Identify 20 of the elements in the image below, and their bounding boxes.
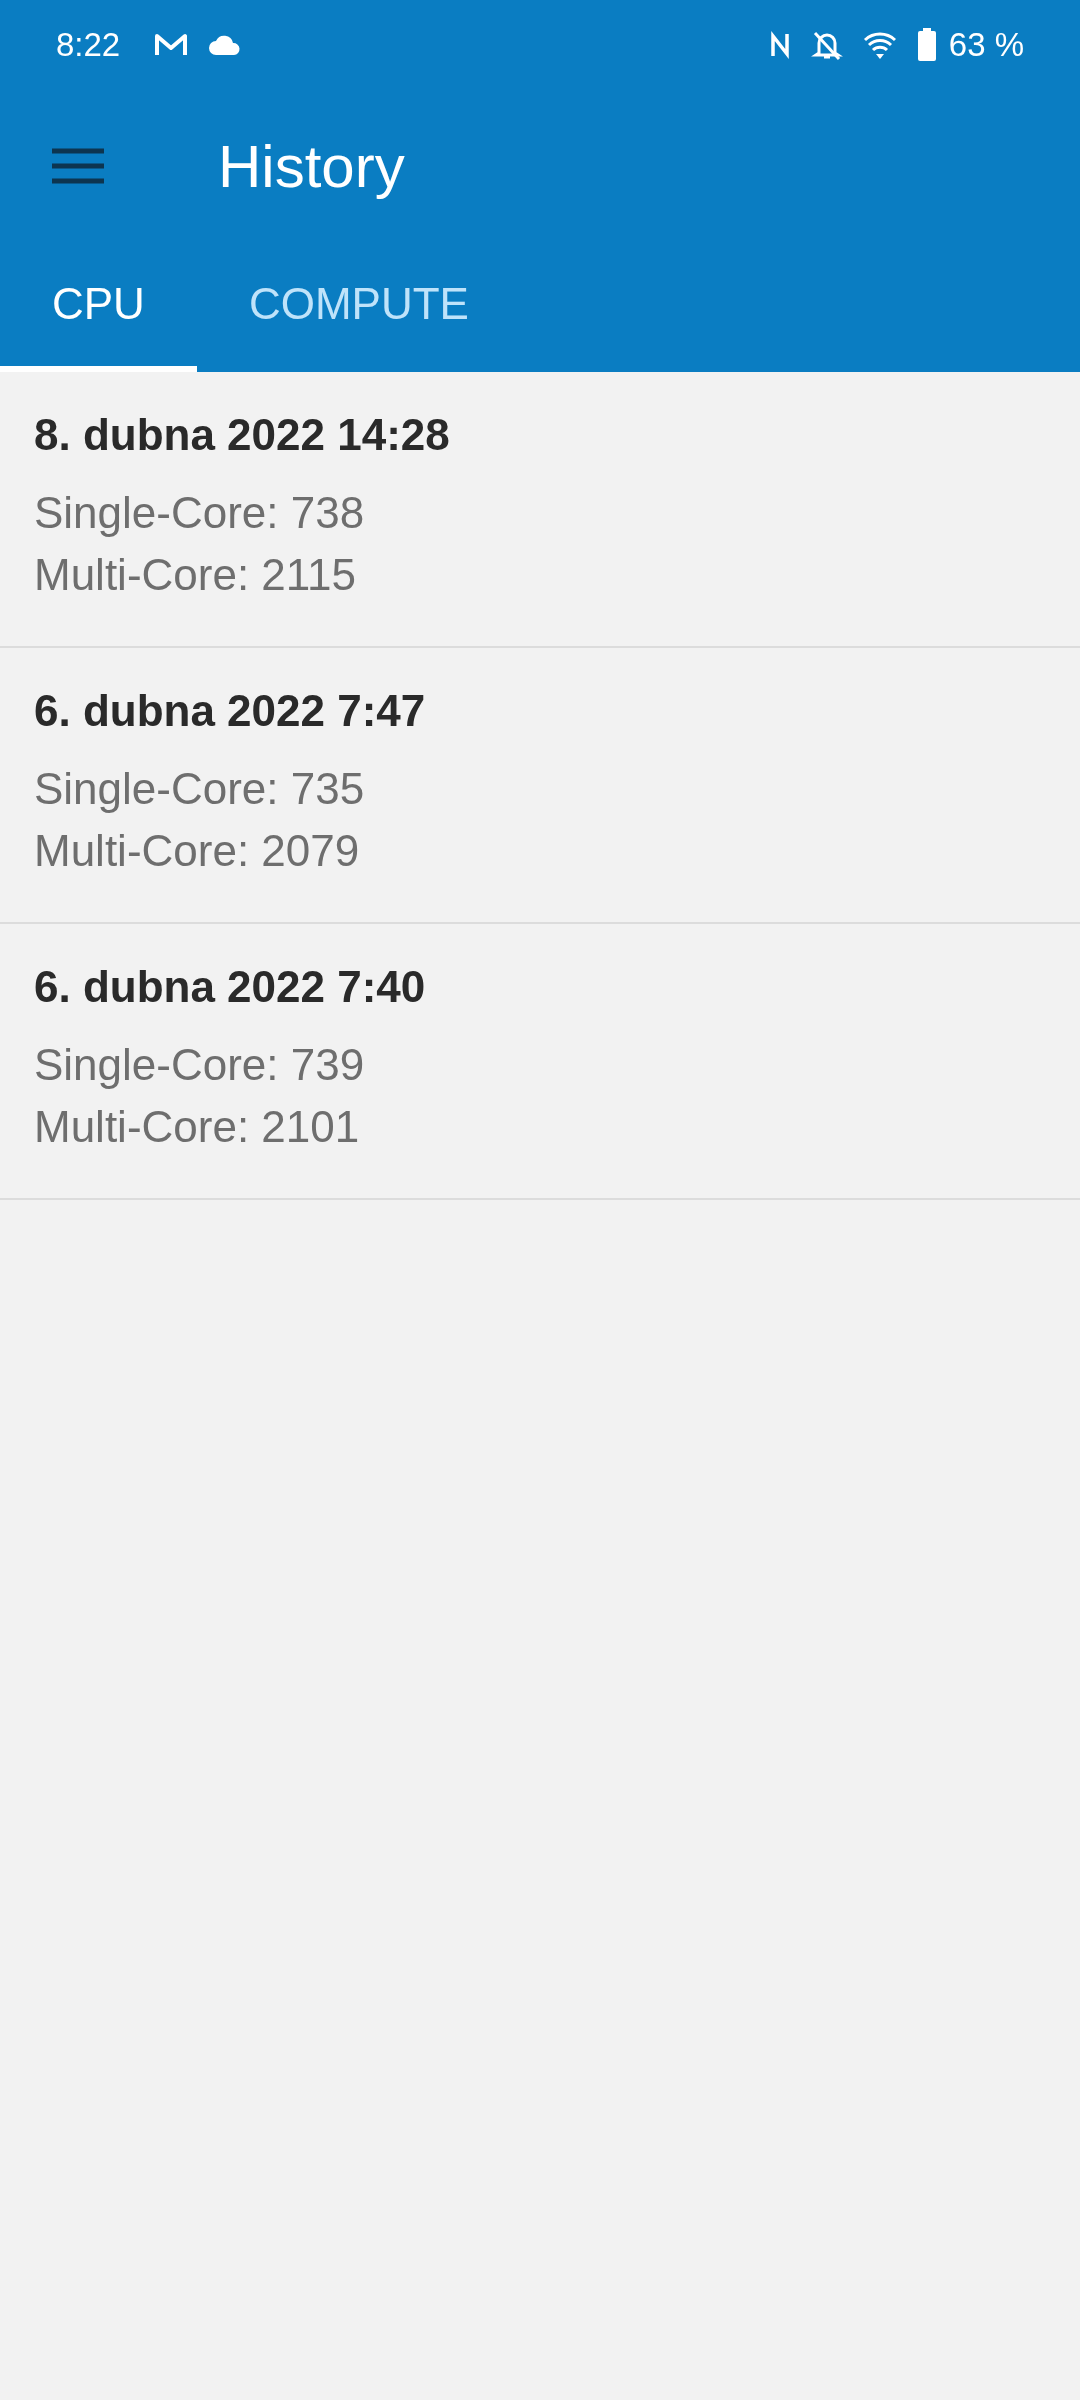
result-date: 8. dubna 2022 14:28 bbox=[34, 410, 451, 460]
battery-icon bbox=[916, 28, 937, 62]
single-core-score: Single-Core: 735 bbox=[34, 763, 366, 815]
multi-core-score: Multi-Core: 2115 bbox=[34, 549, 357, 601]
wifi-icon bbox=[862, 30, 897, 60]
result-date: 6. dubna 2022 7:47 bbox=[34, 686, 427, 736]
screen-title: History bbox=[218, 131, 405, 201]
muted-bell-icon bbox=[810, 29, 843, 61]
single-core-score: Single-Core: 739 bbox=[34, 1039, 366, 1091]
tab[interactable]: COMPUTE bbox=[196, 242, 521, 372]
nfc-icon bbox=[768, 30, 791, 60]
single-core-score: Single-Core: 738 bbox=[34, 487, 366, 539]
status-time: 8:22 bbox=[56, 26, 121, 64]
multi-core-score: Multi-Core: 2101 bbox=[34, 1101, 361, 1153]
multi-core-score: Multi-Core: 2079 bbox=[34, 825, 361, 877]
mail-icon bbox=[154, 32, 189, 58]
battery-percentage: 63 % bbox=[948, 26, 1024, 64]
result-date: 6. dubna 2022 7:40 bbox=[34, 962, 427, 1012]
menu-icon[interactable] bbox=[52, 148, 104, 184]
tab[interactable]: CPU bbox=[0, 242, 197, 372]
